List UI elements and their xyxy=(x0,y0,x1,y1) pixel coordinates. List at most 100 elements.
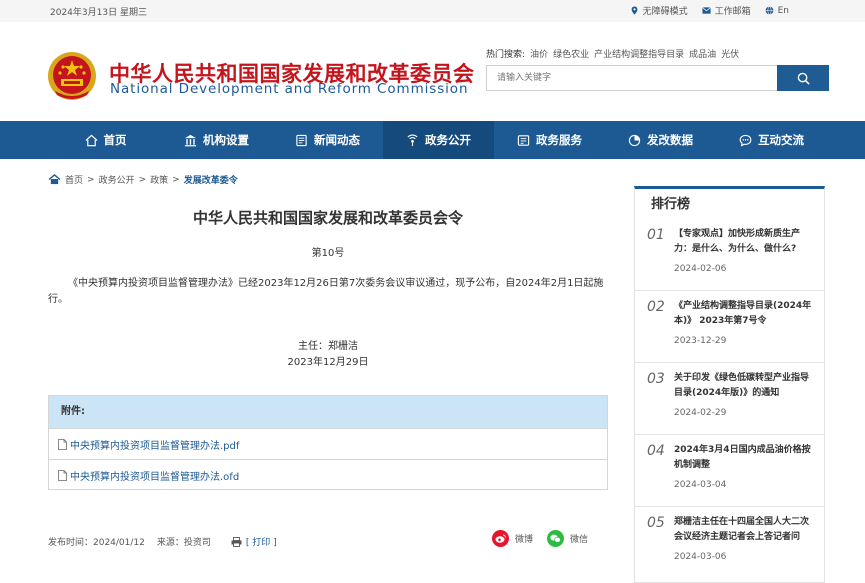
news-icon xyxy=(296,134,307,146)
breadcrumb-gov-affairs[interactable]: 政务公开 xyxy=(99,173,135,186)
nav-item-data[interactable]: 发改数据 xyxy=(605,121,716,159)
article-body: 《中央预算内投资项目监督管理办法》已经2023年12月26日第7次委务会议审议通… xyxy=(48,278,604,305)
work-mail-label: 工作邮箱 xyxy=(714,7,751,17)
article-title: 中华人民共和国国家发展和改革委员会令 xyxy=(192,209,463,227)
nav-label: 机构设置 xyxy=(203,133,249,147)
hot-term[interactable]: 绿色农业 xyxy=(553,50,589,60)
ranking-date: 2024-02-29 xyxy=(674,408,727,418)
ranking-text[interactable]: 郑栅洁主任在十四届全国人大二次会议经济主题记者会上答记者问 xyxy=(674,515,814,545)
sign-date: 2023年12月29日 xyxy=(287,357,369,368)
breadcrumb: 首页 > 政务公开 > 政策 > 发展改革委令 xyxy=(48,173,238,186)
ranking-date: 2023-12-29 xyxy=(674,336,727,346)
top-bar: 2024年3月13日 星期三 无障碍模式 工作邮箱 En xyxy=(0,0,865,22)
accessibility-label: 无障碍模式 xyxy=(642,7,688,17)
ranking-panel: 排行榜 01 【专家观点】加快形成新质生产力：是什么、为什么、做什么? 2024… xyxy=(634,186,825,583)
signature-block: 主任：郑栅洁 2023年12月29日 xyxy=(48,339,608,371)
ranking-date: 2024-03-06 xyxy=(674,552,727,562)
breadcrumb-separator: > xyxy=(138,174,147,185)
hot-term[interactable]: 成品油 xyxy=(689,50,716,60)
ranking-text[interactable]: 【专家观点】加快形成新质生产力：是什么、为什么、做什么? xyxy=(674,227,814,257)
ranking-item[interactable]: 05 郑栅洁主任在十四届全国人大二次会议经济主题记者会上答记者问 2024-03… xyxy=(635,507,824,579)
home-icon xyxy=(85,134,97,146)
top-links: 无障碍模式 工作邮箱 En xyxy=(630,4,789,17)
share-weibo-button[interactable]: 微博 xyxy=(492,530,533,547)
ranking-text[interactable]: 2024年3月4日国内成品油价格按机制调整 xyxy=(674,443,814,473)
weibo-label: 微博 xyxy=(515,535,534,545)
english-link[interactable]: En xyxy=(765,6,789,16)
publish-time: 发布时间：2024/01/12 xyxy=(48,538,145,548)
hot-term[interactable]: 产业结构调整指导目录 xyxy=(594,50,684,60)
ranking-item[interactable]: 01 【专家观点】加快形成新质生产力：是什么、为什么、做什么? 2024-02-… xyxy=(635,219,824,291)
order-number: 第10号 xyxy=(311,248,345,259)
breadcrumb-current[interactable]: 发展改革委令 xyxy=(184,173,238,186)
nav-item-news[interactable]: 新闻动态 xyxy=(272,121,383,159)
ranking-item[interactable]: 02 《产业结构调整指导目录(2024年本)》 2023年第7号令 2023-1… xyxy=(635,291,824,363)
print-button[interactable]: [ 打印 ] xyxy=(231,535,277,548)
print-label: [ 打印 ] xyxy=(245,538,277,548)
attachment-filename: 中央预算内投资项目监督管理办法.pdf xyxy=(70,440,240,452)
nav-label: 政务公开 xyxy=(425,133,471,147)
nav-item-interaction[interactable]: 互动交流 xyxy=(716,121,827,159)
site-title-en[interactable]: National Development and Reform Commissi… xyxy=(110,81,468,97)
breadcrumb-home[interactable]: 首页 xyxy=(65,173,83,186)
nav-label: 政务服务 xyxy=(536,133,582,147)
wechat-icon xyxy=(547,530,565,547)
share-wechat-button[interactable]: 微信 xyxy=(547,530,588,547)
nav-item-gov-affairs[interactable]: 政务公开 xyxy=(383,121,494,159)
breadcrumb-separator: > xyxy=(87,174,95,185)
search-box xyxy=(486,65,829,91)
accessibility-link[interactable]: 无障碍模式 xyxy=(630,4,688,17)
source: 来源：投资司 xyxy=(156,538,211,548)
attachments-header: 附件: xyxy=(49,396,607,428)
hot-term[interactable]: 油价 xyxy=(530,50,548,60)
mail-icon xyxy=(701,7,711,14)
ranking-title: 排行榜 xyxy=(651,197,691,212)
ranking-item[interactable]: 04 2024年3月4日国内成品油价格按机制调整 2024-03-04 xyxy=(635,435,824,507)
ranking-item[interactable]: 03 关于印发《绿色低碳转型产业指导目录(2024年版)》的通知 2024-02… xyxy=(635,363,824,435)
nav-item-home[interactable]: 首页 xyxy=(50,121,161,159)
share-bar: 微博 微信 xyxy=(492,530,588,547)
ranking-text[interactable]: 关于印发《绿色低碳转型产业指导目录(2024年版)》的通知 xyxy=(674,371,814,401)
hot-search: 热门搜索: 油价 绿色农业 产业结构调整指导目录 成品油 光伏 xyxy=(486,47,744,60)
attachments-box: 附件: 中央预算内投资项目监督管理办法.pdf 中央预算内投资项目监督管理办法.… xyxy=(48,395,608,490)
location-pin-icon xyxy=(631,6,637,15)
wechat-label: 微信 xyxy=(570,535,589,545)
nav-label: 新闻动态 xyxy=(314,133,360,147)
ranking-number: 03 xyxy=(647,371,665,387)
ranking-text[interactable]: 《产业结构调整指导目录(2024年本)》 2023年第7号令 xyxy=(674,299,814,329)
search-icon xyxy=(797,72,810,85)
main-nav: 首页 机构设置 新闻动态 政务公开 政务服务 发改数据 互动交流 xyxy=(0,121,865,159)
globe-icon xyxy=(765,6,773,15)
attachment-link-pdf[interactable]: 中央预算内投资项目监督管理办法.pdf xyxy=(49,428,607,459)
search-button[interactable] xyxy=(777,65,829,91)
file-icon xyxy=(58,438,67,450)
file-icon xyxy=(58,469,67,481)
ranking-date: 2024-02-06 xyxy=(674,264,727,274)
building-icon xyxy=(184,134,197,146)
work-mail-link[interactable]: 工作邮箱 xyxy=(701,4,751,17)
national-emblem-icon[interactable] xyxy=(47,51,97,101)
breadcrumb-separator: > xyxy=(172,174,180,185)
attachment-link-ofd[interactable]: 中央预算内投资项目监督管理办法.ofd xyxy=(49,459,607,490)
service-icon xyxy=(517,134,530,146)
ranking-date: 2024-03-04 xyxy=(674,480,727,490)
nav-label: 首页 xyxy=(103,133,127,147)
nav-item-organization[interactable]: 机构设置 xyxy=(161,121,272,159)
attachment-filename: 中央预算内投资项目监督管理办法.ofd xyxy=(70,471,240,483)
ranking-number: 01 xyxy=(647,227,665,243)
breadcrumb-policy[interactable]: 政策 xyxy=(150,173,168,186)
nav-item-gov-service[interactable]: 政务服务 xyxy=(494,121,605,159)
hot-term[interactable]: 光伏 xyxy=(721,50,739,60)
nav-label: 互动交流 xyxy=(758,133,804,147)
weibo-icon xyxy=(492,530,509,547)
search-input[interactable] xyxy=(486,65,777,91)
ranking-number: 05 xyxy=(647,515,665,531)
hot-search-label: 热门搜索: xyxy=(486,50,526,60)
article-meta: 发布时间：2024/01/12 来源：投资司 [ 打印 ] xyxy=(48,535,277,548)
printer-icon xyxy=(231,536,242,547)
signer: 主任：郑栅洁 xyxy=(298,341,358,352)
ranking-number: 04 xyxy=(647,443,665,459)
nav-label: 发改数据 xyxy=(647,133,693,147)
english-label: En xyxy=(777,5,789,16)
home-icon xyxy=(48,174,61,185)
